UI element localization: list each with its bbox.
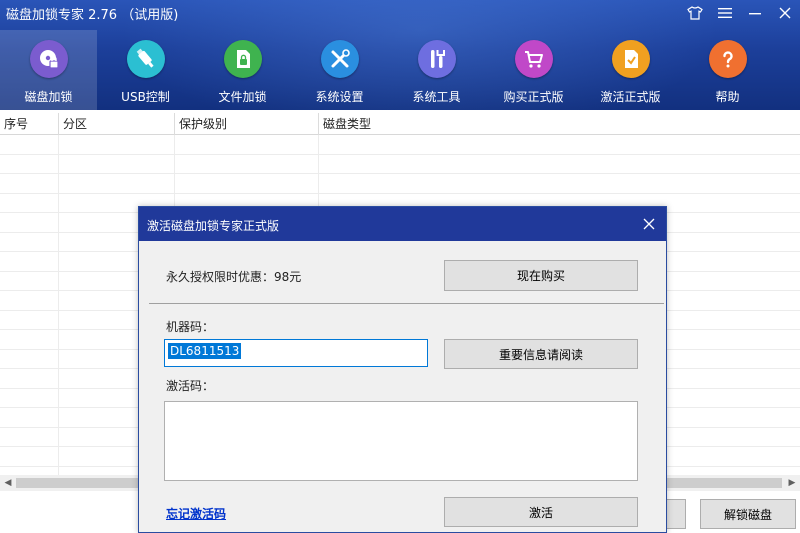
toolbar-system-settings[interactable]: 系统设置: [291, 30, 388, 110]
dialog-title: 激活磁盘加锁专家正式版: [147, 219, 280, 233]
disk-lock-icon: [29, 40, 68, 78]
column-header-protection[interactable]: 保护级别: [174, 113, 318, 135]
dialog-title-bar: 激活磁盘加锁专家正式版: [139, 207, 666, 241]
activate-icon: [611, 40, 650, 78]
toolbar-file-lock[interactable]: 文件加锁: [194, 30, 291, 110]
minimize-icon[interactable]: [740, 0, 770, 26]
divider: [149, 303, 664, 304]
window-title: 磁盘加锁专家 2.76 （试用版): [6, 8, 179, 23]
machine-code-label: 机器码：: [166, 320, 215, 334]
toolbar-label: 系统工具: [412, 90, 461, 104]
machine-code-input[interactable]: DL6811513: [164, 339, 428, 367]
toolbar-disk-lock[interactable]: 磁盘加锁: [0, 30, 97, 110]
toolbar-label: 帮助: [715, 90, 740, 104]
toolbar-label: 激活正式版: [600, 90, 661, 104]
main-toolbar: 磁盘加锁 USB控制 文件加锁 系统设置 系统工具 购买正式版 激活正式版 帮助: [0, 30, 800, 110]
wrench-icon: [417, 40, 456, 78]
license-offer-text: 永久授权限时优惠：98元: [166, 270, 302, 284]
buy-now-button[interactable]: 现在购买: [444, 260, 638, 291]
cart-icon: [514, 40, 553, 78]
toolbar-label: 文件加锁: [218, 90, 267, 104]
shirt-icon[interactable]: [680, 0, 710, 26]
column-header-disk-type[interactable]: 磁盘类型: [318, 113, 800, 135]
toolbar-activate-full[interactable]: 激活正式版: [582, 30, 679, 110]
table-row[interactable]: [0, 155, 800, 174]
table-row[interactable]: [0, 174, 800, 194]
close-icon[interactable]: [770, 0, 800, 26]
toolbar-system-tools[interactable]: 系统工具: [388, 30, 485, 110]
toolbar-label: 磁盘加锁: [24, 90, 73, 104]
toolbar-label: 系统设置: [315, 90, 364, 104]
usb-icon: [126, 40, 165, 78]
column-header-index[interactable]: 序号: [0, 113, 58, 135]
table-header: 序号 分区 保护级别 磁盘类型: [0, 113, 800, 135]
title-bar: 磁盘加锁专家 2.76 （试用版) 磁盘加锁 USB控制 文件加锁 系统设置 系…: [0, 0, 800, 110]
scroll-right-icon[interactable]: ▶: [784, 475, 800, 491]
activate-button[interactable]: 激活: [444, 497, 638, 527]
window-controls: [680, 0, 800, 26]
toolbar-buy-full[interactable]: 购买正式版: [485, 30, 582, 110]
toolbar-help[interactable]: 帮助: [679, 30, 776, 110]
read-important-info-button[interactable]: 重要信息请阅读: [444, 339, 638, 369]
activation-code-input[interactable]: [164, 401, 638, 481]
activation-dialog: 激活磁盘加锁专家正式版 永久授权限时优惠：98元 现在购买 机器码： DL681…: [138, 206, 667, 533]
toolbar-label: USB控制: [121, 90, 170, 104]
activation-code-label: 激活码：: [166, 379, 215, 393]
table-row[interactable]: [0, 135, 800, 155]
toolbar-usb-control[interactable]: USB控制: [97, 30, 194, 110]
menu-icon[interactable]: [710, 0, 740, 26]
column-header-partition[interactable]: 分区: [58, 113, 174, 135]
file-lock-icon: [223, 40, 262, 78]
toolbar-label: 购买正式版: [503, 90, 564, 104]
scroll-left-icon[interactable]: ◀: [0, 475, 16, 491]
tools-icon: [320, 40, 359, 78]
unlock-disk-button[interactable]: 解锁磁盘: [700, 499, 796, 529]
help-icon: [708, 40, 747, 78]
forgot-activation-code-link[interactable]: 忘记激活码: [166, 505, 226, 522]
machine-code-value: DL6811513: [168, 343, 242, 359]
dialog-close-icon[interactable]: [632, 207, 666, 241]
